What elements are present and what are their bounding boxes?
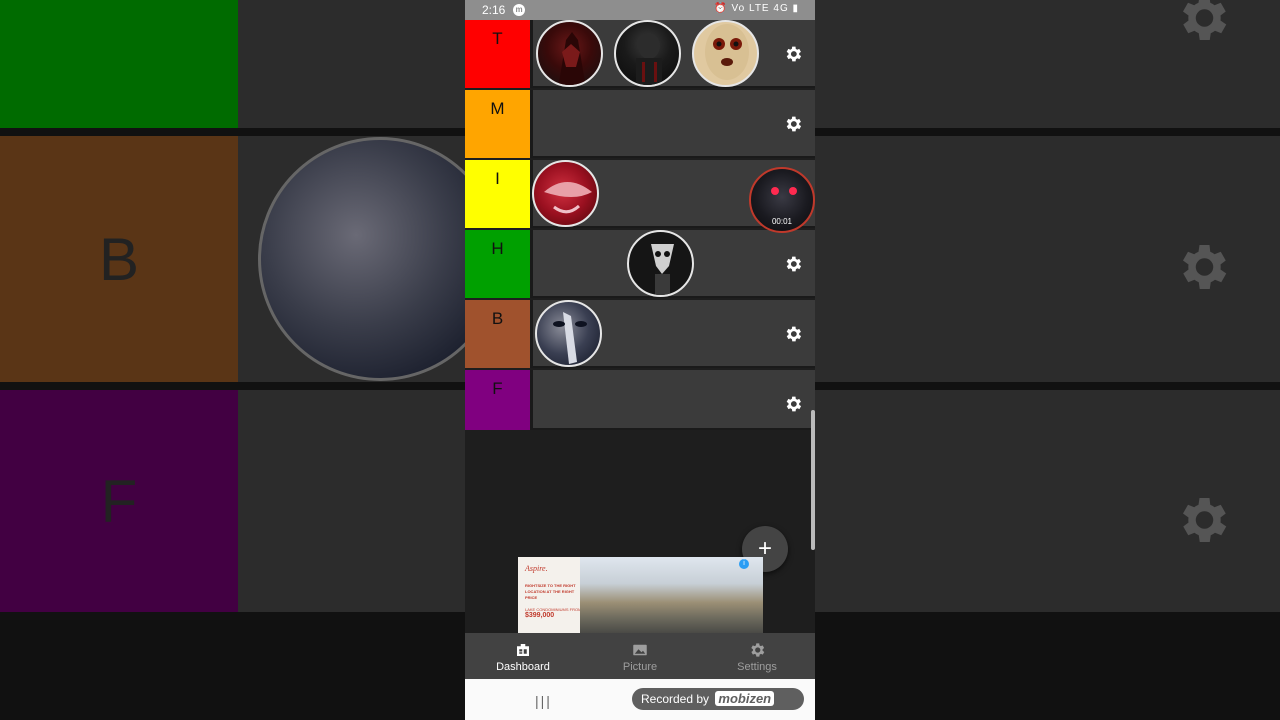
ad-banner[interactable]: Aspire. RIGHTSIZE TO THE RIGHT LOCATION …: [518, 557, 763, 633]
bg-gear-icon: [1183, 245, 1227, 289]
nav-picture-label: Picture: [622, 661, 658, 673]
tier-item-dark-red-figure[interactable]: [536, 20, 603, 87]
tier-separator: [530, 20, 533, 88]
tier-label[interactable]: I: [465, 160, 530, 228]
tier-row-b[interactable]: B: [465, 300, 815, 368]
tier-label[interactable]: M: [465, 90, 530, 158]
ad-brand: Aspire.: [525, 564, 548, 573]
tier-item-dark-masked-figure[interactable]: [614, 20, 681, 87]
nav-dashboard-label: Dashboard: [496, 661, 550, 673]
scrollbar-thumb[interactable]: [811, 410, 815, 550]
bottom-navigation: Dashboard Picture Settings: [465, 633, 815, 679]
ad-headline: RIGHTSIZE TO THE RIGHT LOCATION AT THE R…: [525, 583, 576, 600]
recorder-brand: mobizen: [715, 691, 775, 706]
recorder-text: Recorded by: [641, 692, 710, 706]
figure-image: [651, 244, 674, 295]
dragging-tier-item[interactable]: 00:01: [749, 167, 815, 233]
nav-settings[interactable]: Settings: [699, 633, 815, 679]
figure-image: [544, 182, 592, 214]
system-navigation-bar: ||| Recorded by mobizen: [465, 679, 815, 720]
figure-image: [636, 33, 662, 85]
bg-gear-icon: [1183, 0, 1227, 40]
ad-price: $399,000: [525, 612, 555, 619]
tier-row-m[interactable]: M: [465, 90, 815, 158]
settings-icon: [751, 643, 765, 657]
figure-image: [558, 32, 586, 85]
recorder-watermark: Recorded by mobizen: [632, 688, 804, 710]
gear-icon[interactable]: [783, 44, 803, 64]
gear-icon[interactable]: [783, 114, 803, 134]
ad-text-block: Aspire. RIGHTSIZE TO THE RIGHT LOCATION …: [525, 564, 585, 619]
gear-icon[interactable]: [783, 254, 803, 274]
tier-separator: [530, 300, 533, 368]
nav-settings-label: Settings: [737, 661, 777, 673]
tier-separator: [530, 90, 533, 158]
tier-separator: [530, 230, 533, 298]
status-time: 2:16: [482, 3, 506, 17]
recents-button[interactable]: |||: [535, 693, 552, 709]
tier-label[interactable]: T: [465, 20, 530, 88]
bg-tier-label-b: B: [0, 136, 238, 382]
tier-label[interactable]: F: [465, 370, 530, 430]
status-icons: ⏰ Vo LTE 4G ▮: [714, 3, 799, 14]
gear-icon[interactable]: [783, 394, 803, 414]
tier-row-h[interactable]: H: [465, 230, 815, 298]
tier-item-pale-skull-figure[interactable]: [627, 230, 694, 297]
mobizen-status-icon: m: [513, 4, 525, 16]
picture-icon: [633, 644, 647, 656]
dashboard-icon: [517, 644, 529, 656]
bg-tier-color-h: [0, 0, 238, 128]
tier-item-plague-mask-face[interactable]: [535, 300, 602, 367]
tier-label[interactable]: H: [465, 230, 530, 298]
tier-item-scp-173-face[interactable]: [692, 20, 759, 87]
bg-gear-icon: [1183, 498, 1227, 542]
status-bar: 2:16 m ⏰ Vo LTE 4G ▮: [465, 0, 815, 20]
ad-photo: [580, 557, 763, 633]
tier-item-red-mouth-creature[interactable]: [532, 160, 599, 227]
figure-image: [705, 24, 749, 80]
nav-picture[interactable]: Picture: [582, 633, 698, 679]
tier-row-t[interactable]: T: [465, 20, 815, 88]
figure-image: [553, 312, 587, 364]
drag-timer: 00:01: [771, 217, 793, 226]
phone-screen: 2:16 m ⏰ Vo LTE 4G ▮ T M I H B F 00:01 +…: [465, 0, 815, 720]
ad-info-icon[interactable]: i: [739, 559, 749, 569]
bg-tier-label-f: F: [0, 390, 238, 612]
gear-icon[interactable]: [783, 324, 803, 344]
tier-row-f[interactable]: F: [465, 370, 815, 430]
tier-label[interactable]: B: [465, 300, 530, 368]
tier-separator: [530, 370, 533, 430]
nav-dashboard[interactable]: Dashboard: [465, 633, 581, 679]
